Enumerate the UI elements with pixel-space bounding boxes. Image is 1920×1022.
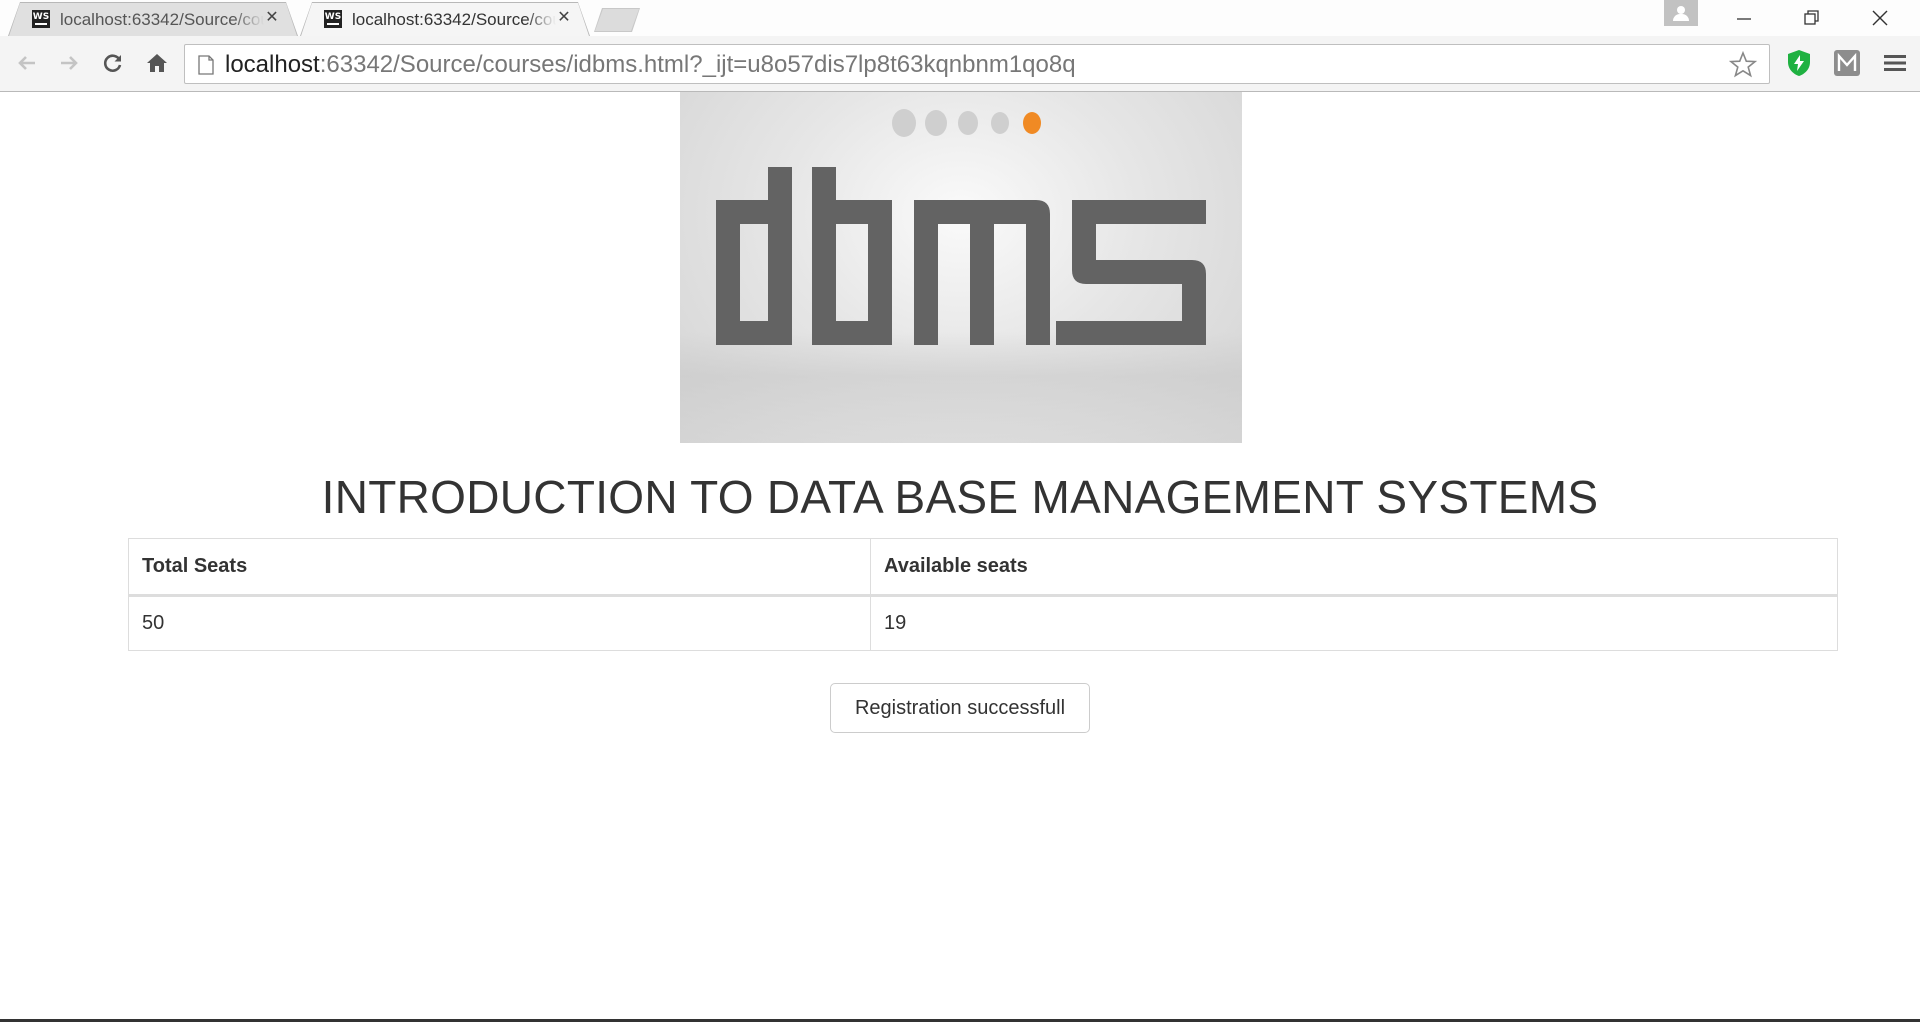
- address-bar[interactable]: localhost:63342/Source/courses/idbms.htm…: [184, 44, 1770, 84]
- table-header-row: Total Seats Available seats: [128, 538, 1838, 597]
- webstorm-favicon-icon: WS: [32, 10, 50, 28]
- tab-active[interactable]: WS localhost:63342/Source/courses/idbms.…: [300, 2, 590, 36]
- page-icon: [198, 55, 214, 75]
- minimize-icon[interactable]: [1710, 0, 1778, 36]
- tab-title: localhost:63342/Source/courses/idbms.htm…: [352, 10, 556, 29]
- webstorm-favicon-icon: WS: [324, 10, 342, 28]
- svg-text:dbms: dbms: [680, 92, 719, 96]
- course-banner-image: dbms: [680, 92, 1242, 443]
- url-text: localhost:63342/Source/courses/idbms.htm…: [225, 51, 1076, 78]
- browser-toolbar: localhost:63342/Source/courses/idbms.htm…: [0, 36, 1920, 92]
- seats-table: Total Seats Available seats 50 19: [128, 538, 1838, 651]
- table-row: 50 19: [128, 595, 1838, 651]
- back-icon[interactable]: [12, 48, 42, 78]
- tab-title: localhost:63342/Source/courses/idbms.htm…: [60, 10, 264, 29]
- home-icon[interactable]: [142, 48, 172, 78]
- total-seats-header: Total Seats: [128, 538, 871, 597]
- profile-icon[interactable]: [1664, 0, 1698, 26]
- close-tab-icon[interactable]: ✕: [556, 9, 572, 25]
- total-seats-value: 50: [128, 595, 871, 651]
- shield-extension-icon[interactable]: [1784, 48, 1814, 78]
- available-seats-value: 19: [870, 595, 1838, 651]
- available-seats-header: Available seats: [870, 538, 1838, 597]
- bookmark-star-icon[interactable]: [1729, 51, 1757, 79]
- restore-icon[interactable]: [1778, 0, 1846, 36]
- close-tab-icon[interactable]: ✕: [264, 9, 280, 25]
- close-icon[interactable]: [1846, 0, 1914, 36]
- dbms-logo: dbms: [680, 92, 1206, 345]
- page-content: dbms INTRODUCTION TO DATA BASE MANAGEMEN…: [0, 92, 1920, 1022]
- forward-icon[interactable]: [54, 48, 84, 78]
- menu-icon[interactable]: [1880, 48, 1910, 78]
- browser-titlebar: WS localhost:63342/Source/courses/idbms.…: [0, 0, 1920, 36]
- tab-inactive[interactable]: WS localhost:63342/Source/courses/idbms.…: [8, 2, 298, 36]
- registration-status-button[interactable]: Registration successfull: [830, 683, 1090, 733]
- reload-icon[interactable]: [98, 48, 128, 78]
- new-tab-button[interactable]: [594, 8, 640, 32]
- m-extension-icon[interactable]: [1832, 48, 1862, 78]
- course-title: INTRODUCTION TO DATA BASE MANAGEMENT SYS…: [321, 471, 1599, 523]
